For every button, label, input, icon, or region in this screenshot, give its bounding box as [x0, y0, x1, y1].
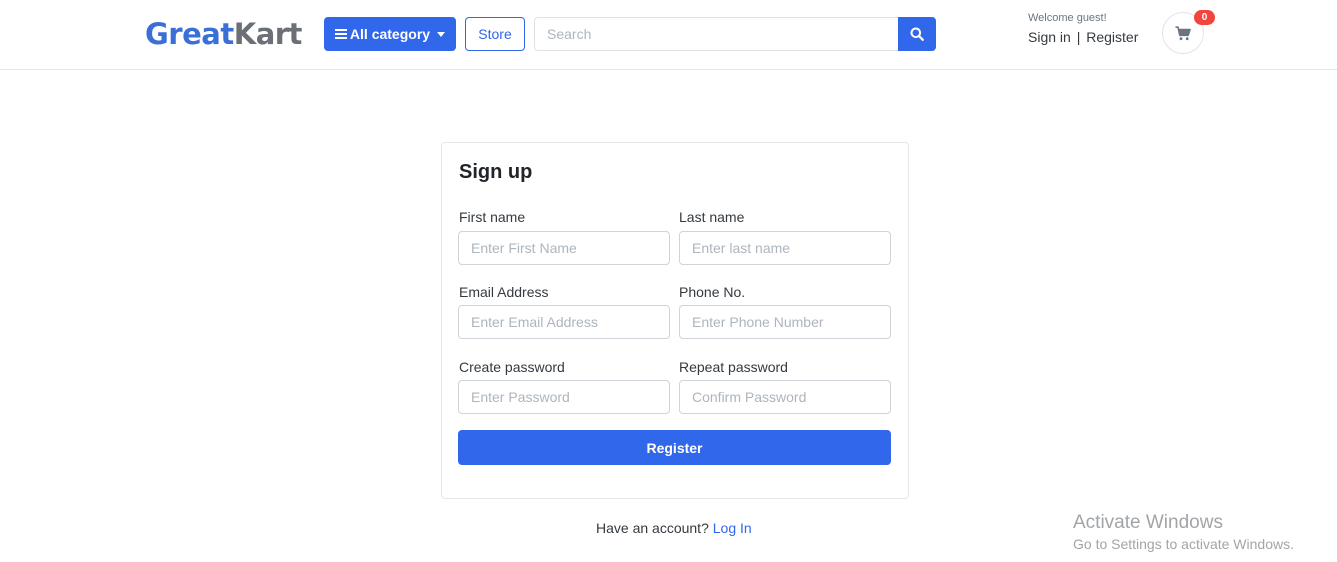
signup-title: Sign up: [459, 161, 533, 183]
register-link[interactable]: Register: [1086, 29, 1138, 45]
first-name-label: First name: [459, 209, 526, 225]
repeat-password-input[interactable]: [679, 380, 891, 414]
watermark-title: Activate Windows: [1073, 512, 1223, 533]
store-button[interactable]: Store: [465, 17, 525, 51]
watermark-subtitle: Go to Settings to activate Windows.: [1073, 536, 1294, 552]
signup-card: Sign up First name Last name Email Addre…: [441, 142, 909, 499]
create-password-input[interactable]: [458, 380, 670, 414]
logo-part-kart: Kart: [233, 17, 303, 51]
all-category-dropdown-button[interactable]: All category: [324, 17, 456, 51]
cart-count-badge: 0: [1194, 10, 1215, 25]
search-icon: [910, 27, 924, 41]
register-submit-button[interactable]: Register: [458, 430, 891, 465]
first-name-input[interactable]: [458, 231, 670, 265]
site-logo[interactable]: GreatKart: [145, 14, 302, 54]
last-name-input[interactable]: [679, 231, 891, 265]
search-button[interactable]: [898, 17, 936, 51]
bars-icon: [334, 29, 347, 39]
logo-part-great: Great: [145, 17, 234, 51]
welcome-text: Welcome guest!: [1028, 12, 1107, 24]
email-label: Email Address: [459, 284, 549, 300]
search-input[interactable]: [534, 17, 900, 51]
shopping-cart-icon: [1175, 25, 1191, 40]
auth-links: Sign in | Register: [1028, 29, 1138, 45]
phone-label: Phone No.: [679, 284, 746, 300]
caret-down-icon: [437, 31, 446, 37]
last-name-label: Last name: [679, 209, 745, 225]
site-header: GreatKart All category Store Welcome gue…: [0, 0, 1337, 70]
phone-input[interactable]: [679, 305, 891, 339]
all-category-label: All category: [349, 26, 431, 42]
auth-separator: |: [1076, 29, 1081, 45]
login-link[interactable]: Log In: [713, 520, 752, 536]
have-account-text: Have an account?: [596, 520, 709, 536]
create-password-label: Create password: [459, 359, 565, 375]
email-input[interactable]: [458, 305, 670, 339]
signin-link[interactable]: Sign in: [1028, 29, 1071, 45]
windows-activation-watermark: Activate Windows Go to Settings to activ…: [1073, 512, 1294, 553]
repeat-password-label: Repeat password: [679, 359, 788, 375]
